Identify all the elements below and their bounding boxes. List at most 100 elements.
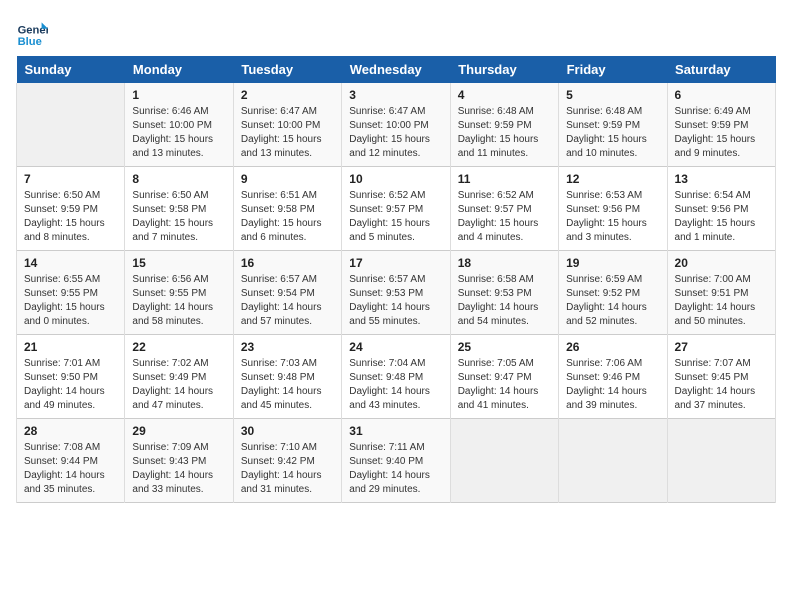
calendar-cell: 22Sunrise: 7:02 AM Sunset: 9:49 PM Dayli… [125,335,233,419]
day-number: 4 [458,88,551,102]
day-number: 14 [24,256,117,270]
calendar-cell: 2 Sunrise: 6:47 AM Sunset: 10:00 PM Dayli… [233,83,341,167]
day-number: 29 [132,424,225,438]
day-number: 8 [132,172,225,186]
day-number: 23 [241,340,334,354]
day-number: 5 [566,88,659,102]
day-number: 17 [349,256,442,270]
day-info: Sunrise: 7:11 AM Sunset: 9:40 PM Dayligh… [349,441,442,497]
calendar-cell: 14 Sunrise: 6:55 AM Sunset: 9:55 PM Dayli… [17,251,125,335]
day-info: Sunrise: 7:01 AM Sunset: 9:50 PM Dayligh… [24,357,117,413]
calendar-cell: 17 Sunrise: 6:57 AM Sunset: 9:53 PM Dayli… [342,251,450,335]
day-number: 31 [349,424,442,438]
day-info: Sunrise: 6:46 AM Sunset: 10:00 PM Daylig… [132,105,225,161]
day-number: 27 [675,340,768,354]
weekday-header-friday: Friday [559,56,667,83]
day-info: Sunrise: 6:53 AM Sunset: 9:56 PM Dayligh… [566,189,659,245]
calendar-cell [17,83,125,167]
calendar-cell: 31 Sunrise: 7:11 AM Sunset: 9:40 PM Dayli… [342,419,450,503]
day-number: 15 [132,256,225,270]
day-info: Sunrise: 6:47 AM Sunset: 10:00 PM Daylig… [349,105,442,161]
day-info: Sunrise: 7:02 AM Sunset: 9:49 PM Dayligh… [132,357,225,413]
logo-icon: General Blue [16,16,48,48]
weekday-header-saturday: Saturday [667,56,775,83]
day-info: Sunrise: 6:56 AM Sunset: 9:55 PM Dayligh… [132,273,225,329]
week-row-4: 21 Sunrise: 7:01 AM Sunset: 9:50 PM Dayli… [17,335,776,419]
day-number: 2 [241,88,334,102]
calendar-table: SundayMondayTuesdayWednesdayThursdayFrid… [16,56,776,503]
day-info: Sunrise: 6:51 AM Sunset: 9:58 PM Dayligh… [241,189,334,245]
calendar-cell: 4Sunrise: 6:48 AM Sunset: 9:59 PM Daylig… [450,83,558,167]
day-number: 24 [349,340,442,354]
day-number: 28 [24,424,117,438]
calendar-cell: 6 Sunrise: 6:49 AM Sunset: 9:59 PM Daylig… [667,83,775,167]
calendar-cell [559,419,667,503]
day-number: 16 [241,256,334,270]
calendar-cell: 26 Sunrise: 7:06 AM Sunset: 9:46 PM Dayli… [559,335,667,419]
day-info: Sunrise: 6:57 AM Sunset: 9:54 PM Dayligh… [241,273,334,329]
day-info: Sunrise: 7:04 AM Sunset: 9:48 PM Dayligh… [349,357,442,413]
day-info: Sunrise: 6:50 AM Sunset: 9:58 PM Dayligh… [132,189,225,245]
calendar-cell: 10 Sunrise: 6:52 AM Sunset: 9:57 PM Dayli… [342,167,450,251]
calendar-cell: 27 Sunrise: 7:07 AM Sunset: 9:45 PM Dayli… [667,335,775,419]
day-info: Sunrise: 7:08 AM Sunset: 9:44 PM Dayligh… [24,441,117,497]
day-number: 30 [241,424,334,438]
day-info: Sunrise: 7:10 AM Sunset: 9:42 PM Dayligh… [241,441,334,497]
day-number: 13 [675,172,768,186]
weekday-header-monday: Monday [125,56,233,83]
calendar-cell: 23Sunrise: 7:03 AM Sunset: 9:48 PM Dayli… [233,335,341,419]
day-info: Sunrise: 7:09 AM Sunset: 9:43 PM Dayligh… [132,441,225,497]
calendar-cell: 5 Sunrise: 6:48 AM Sunset: 9:59 PM Daylig… [559,83,667,167]
weekday-header-wednesday: Wednesday [342,56,450,83]
day-number: 19 [566,256,659,270]
calendar-cell: 16 Sunrise: 6:57 AM Sunset: 9:54 PM Dayli… [233,251,341,335]
day-number: 7 [24,172,117,186]
day-number: 6 [675,88,768,102]
calendar-cell: 9Sunrise: 6:51 AM Sunset: 9:58 PM Daylig… [233,167,341,251]
day-number: 3 [349,88,442,102]
weekday-header-tuesday: Tuesday [233,56,341,83]
day-info: Sunrise: 7:00 AM Sunset: 9:51 PM Dayligh… [675,273,768,329]
day-number: 18 [458,256,551,270]
week-row-3: 14 Sunrise: 6:55 AM Sunset: 9:55 PM Dayli… [17,251,776,335]
calendar-cell: 15 Sunrise: 6:56 AM Sunset: 9:55 PM Dayli… [125,251,233,335]
logo: General Blue [16,16,52,48]
calendar-cell: 1Sunrise: 6:46 AM Sunset: 10:00 PM Dayli… [125,83,233,167]
calendar-cell: 30 Sunrise: 7:10 AM Sunset: 9:42 PM Dayli… [233,419,341,503]
calendar-cell: 28 Sunrise: 7:08 AM Sunset: 9:44 PM Dayli… [17,419,125,503]
calendar-cell [667,419,775,503]
day-number: 21 [24,340,117,354]
day-info: Sunrise: 6:54 AM Sunset: 9:56 PM Dayligh… [675,189,768,245]
day-number: 25 [458,340,551,354]
day-info: Sunrise: 6:47 AM Sunset: 10:00 PM Daylig… [241,105,334,161]
week-row-5: 28 Sunrise: 7:08 AM Sunset: 9:44 PM Dayli… [17,419,776,503]
calendar-cell: 18Sunrise: 6:58 AM Sunset: 9:53 PM Dayli… [450,251,558,335]
day-number: 26 [566,340,659,354]
day-info: Sunrise: 6:48 AM Sunset: 9:59 PM Dayligh… [566,105,659,161]
calendar-cell: 11Sunrise: 6:52 AM Sunset: 9:57 PM Dayli… [450,167,558,251]
day-number: 12 [566,172,659,186]
day-number: 11 [458,172,551,186]
day-number: 10 [349,172,442,186]
header: General Blue [16,16,776,48]
weekday-header-sunday: Sunday [17,56,125,83]
day-info: Sunrise: 6:49 AM Sunset: 9:59 PM Dayligh… [675,105,768,161]
svg-text:Blue: Blue [18,36,42,48]
calendar-cell: 20 Sunrise: 7:00 AM Sunset: 9:51 PM Dayli… [667,251,775,335]
day-info: Sunrise: 7:05 AM Sunset: 9:47 PM Dayligh… [458,357,551,413]
day-info: Sunrise: 6:55 AM Sunset: 9:55 PM Dayligh… [24,273,117,329]
calendar-cell: 8 Sunrise: 6:50 AM Sunset: 9:58 PM Daylig… [125,167,233,251]
weekday-header-row: SundayMondayTuesdayWednesdayThursdayFrid… [17,56,776,83]
day-info: Sunrise: 7:07 AM Sunset: 9:45 PM Dayligh… [675,357,768,413]
day-info: Sunrise: 7:06 AM Sunset: 9:46 PM Dayligh… [566,357,659,413]
day-info: Sunrise: 6:52 AM Sunset: 9:57 PM Dayligh… [349,189,442,245]
calendar-cell: 29 Sunrise: 7:09 AM Sunset: 9:43 PM Dayli… [125,419,233,503]
calendar-cell [450,419,558,503]
day-number: 20 [675,256,768,270]
day-info: Sunrise: 6:57 AM Sunset: 9:53 PM Dayligh… [349,273,442,329]
calendar-cell: 21 Sunrise: 7:01 AM Sunset: 9:50 PM Dayli… [17,335,125,419]
day-info: Sunrise: 6:50 AM Sunset: 9:59 PM Dayligh… [24,189,117,245]
weekday-header-thursday: Thursday [450,56,558,83]
calendar-cell: 25 Sunrise: 7:05 AM Sunset: 9:47 PM Dayli… [450,335,558,419]
calendar-cell: 24 Sunrise: 7:04 AM Sunset: 9:48 PM Dayli… [342,335,450,419]
